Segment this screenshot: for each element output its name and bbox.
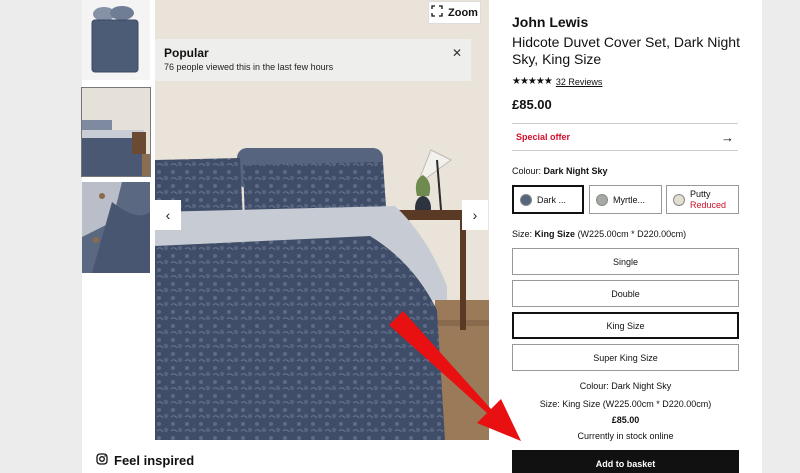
summary-size: Size: King Size (W225.00cm * D220.00cm) <box>539 399 712 409</box>
product-title: Hidcote Duvet Cover Set, Dark Night Sky,… <box>512 34 740 67</box>
brand-name[interactable]: John Lewis <box>512 14 588 30</box>
rating: ★★★★★ 32 Reviews <box>512 76 602 87</box>
colour-option-putty[interactable]: Putty Reduced <box>666 185 739 214</box>
product-price: £85.00 <box>512 97 552 112</box>
stock-status: Currently in stock online <box>577 431 674 441</box>
next-image-button[interactable]: › <box>462 200 488 230</box>
colour-label: Colour: Dark Night Sky <box>512 166 608 176</box>
summary-colour: Colour: Dark Night Sky <box>579 381 672 391</box>
size-label: Size: King Size (W225.00cm * D220.00cm) <box>512 229 687 239</box>
colour-dot <box>596 193 608 206</box>
size-option-super-king-size[interactable]: Super King Size <box>512 344 739 371</box>
instagram-icon <box>96 453 108 468</box>
colour-options: Dark ... Myrtle... Putty Reduced <box>512 185 739 214</box>
size-option-king-size[interactable]: King Size <box>512 312 739 339</box>
chevron-left-icon: ‹ <box>165 207 171 223</box>
selected-colour: Dark Night Sky <box>543 166 608 176</box>
previous-image-button[interactable]: ‹ <box>155 200 181 230</box>
size-option-single[interactable]: Single <box>512 248 739 275</box>
popular-subtitle: 76 people viewed this in the last few ho… <box>164 62 334 72</box>
rating-stars: ★★★★★ <box>512 76 553 87</box>
chevron-right-icon: › <box>472 207 478 223</box>
colour-option-label: Putty <box>690 188 711 199</box>
thumbnail-1[interactable] <box>82 0 150 80</box>
size-option-double[interactable]: Double <box>512 280 739 307</box>
special-offer-label: Special offer <box>516 132 571 142</box>
thumbnail-3[interactable] <box>82 182 150 273</box>
feel-inspired-heading: Feel inspired <box>96 453 194 468</box>
colour-option-dark-night-sky[interactable]: Dark ... <box>512 185 584 214</box>
colour-option-label: Myrtle... <box>613 194 646 205</box>
reduced-badge: Reduced <box>690 199 727 210</box>
reviews-link[interactable]: 32 Reviews <box>556 77 603 87</box>
thumbnail-2[interactable] <box>81 87 151 177</box>
left-background <box>0 0 82 473</box>
zoom-label: Zoom <box>448 6 478 19</box>
popular-banner: Popular 76 people viewed this in the las… <box>155 39 471 81</box>
size-dimensions: (W225.00cm * D220.00cm) <box>577 229 687 239</box>
arrow-right-icon: → <box>721 129 734 145</box>
add-to-basket-button[interactable]: Add to basket <box>512 450 739 473</box>
colour-dot <box>673 193 685 206</box>
colour-option-label: Dark ... <box>537 194 567 205</box>
colour-option-myrtle[interactable]: Myrtle... <box>589 185 662 214</box>
feel-inspired-label: Feel inspired <box>114 453 195 468</box>
popular-title: Popular <box>164 46 209 60</box>
close-icon[interactable]: ✕ <box>452 46 462 60</box>
selected-size: King Size <box>534 229 576 239</box>
special-offer-row[interactable]: Special offer → <box>512 123 738 151</box>
zoom-icon <box>431 5 443 20</box>
summary-price: £85.00 <box>611 415 640 425</box>
right-background <box>762 0 800 473</box>
colour-dot <box>520 193 532 206</box>
zoom-button[interactable]: Zoom <box>428 1 481 24</box>
